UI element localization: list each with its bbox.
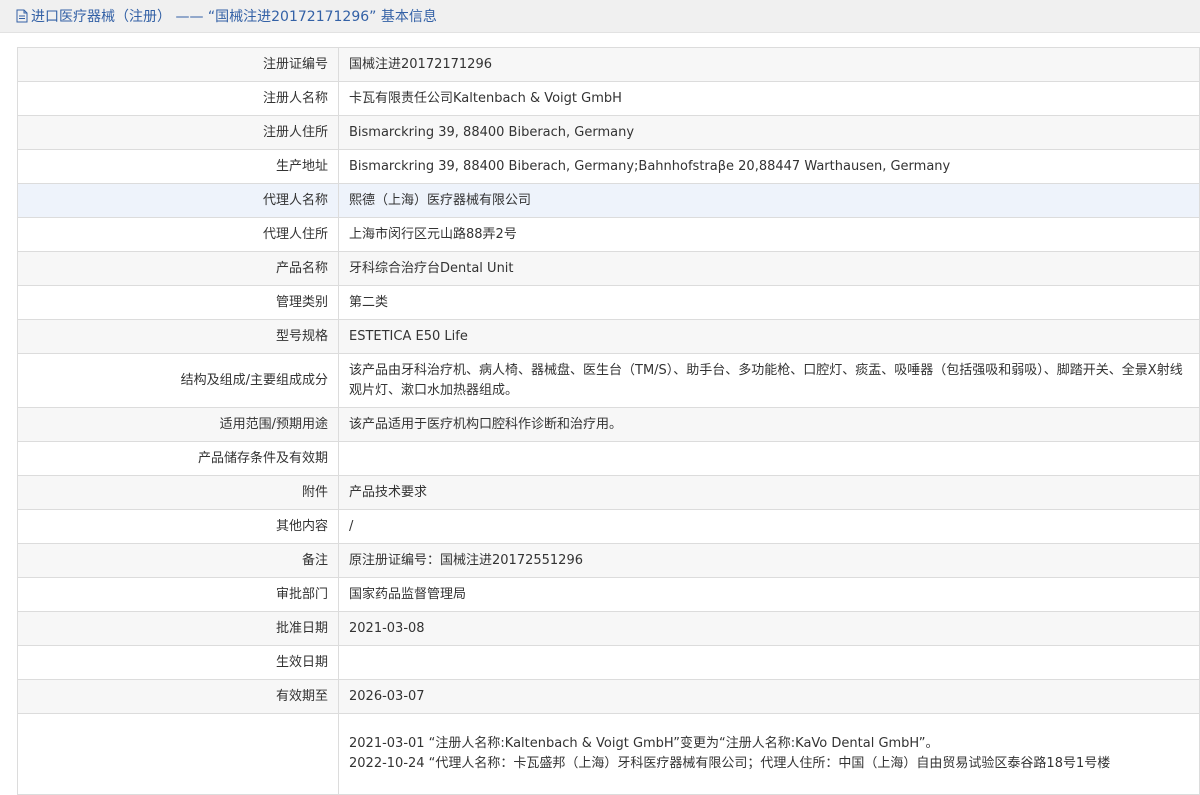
field-label: 代理人住所 — [17, 217, 339, 252]
field-label: 生产地址 — [17, 149, 339, 184]
field-value: 该产品由牙科治疗机、病人椅、器械盘、医生台（TM/S）、助手台、多功能枪、口腔灯… — [338, 353, 1200, 408]
table-row: 注册人名称 卡瓦有限责任公司Kaltenbach & Voigt GmbH — [17, 81, 1200, 116]
change-history-row: 2021-03-01 “注册人名称:Kaltenbach & Voigt Gmb… — [17, 713, 1200, 795]
table-row: 产品储存条件及有效期 — [17, 441, 1200, 476]
table-row: 产品名称 牙科综合治疗台Dental Unit — [17, 251, 1200, 286]
table-row: 代理人名称 熙德（上海）医疗器械有限公司 — [17, 183, 1200, 218]
field-value: / — [338, 509, 1200, 544]
field-value: 第二类 — [338, 285, 1200, 320]
table-row: 其他内容 / — [17, 509, 1200, 544]
field-label: 注册人住所 — [17, 115, 339, 150]
field-label: 产品名称 — [17, 251, 339, 286]
field-label: 生效日期 — [17, 645, 339, 680]
field-value — [338, 441, 1200, 476]
table-row: 注册证编号 国械注进20172171296 — [17, 47, 1200, 82]
document-icon — [16, 9, 28, 23]
field-value: 国械注进20172171296 — [338, 47, 1200, 82]
table-row: 有效期至 2026-03-07 — [17, 679, 1200, 714]
field-value: 2026-03-07 — [338, 679, 1200, 714]
field-label: 有效期至 — [17, 679, 339, 714]
page-header: 进口医疗器械（注册） —— “国械注进20172171296” 基本信息 — [0, 0, 1200, 33]
basic-info-table: 注册证编号 国械注进20172171296 注册人名称 卡瓦有限责任公司Kaltenb… — [17, 47, 1200, 795]
field-value — [338, 645, 1200, 680]
table-row: 管理类别 第二类 — [17, 285, 1200, 320]
table-row: 备注 原注册证编号：国械注进20172551296 — [17, 543, 1200, 578]
field-label: 结构及组成/主要组成成分 — [17, 353, 339, 408]
table-row: 附件 产品技术要求 — [17, 475, 1200, 510]
field-label: 注册证编号 — [17, 47, 339, 82]
table-row: 生产地址 Bismarckring 39, 88400 Biberach, Ger… — [17, 149, 1200, 184]
field-label: 备注 — [17, 543, 339, 578]
table-row: 代理人住所 上海市闵行区元山路88弄2号 — [17, 217, 1200, 252]
field-label: 其他内容 — [17, 509, 339, 544]
table-row: 型号规格 ESTETICA E50 Life — [17, 319, 1200, 354]
field-value: 卡瓦有限责任公司Kaltenbach & Voigt GmbH — [338, 81, 1200, 116]
field-value: Bismarckring 39, 88400 Biberach, Germany — [338, 115, 1200, 150]
field-value: Bismarckring 39, 88400 Biberach, Germany… — [338, 149, 1200, 184]
field-label: 管理类别 — [17, 285, 339, 320]
table-row: 审批部门 国家药品监督管理局 — [17, 577, 1200, 612]
field-value: 2021-03-08 — [338, 611, 1200, 646]
table-row: 生效日期 — [17, 645, 1200, 680]
field-label: 产品储存条件及有效期 — [17, 441, 339, 476]
change-history-value: 2021-03-01 “注册人名称:Kaltenbach & Voigt Gmb… — [338, 713, 1200, 795]
field-value: 原注册证编号：国械注进20172551296 — [338, 543, 1200, 578]
table-row: 批准日期 2021-03-08 — [17, 611, 1200, 646]
page-title: 进口医疗器械（注册） —— “国械注进20172171296” 基本信息 — [31, 9, 437, 25]
field-value: 牙科综合治疗台Dental Unit — [338, 251, 1200, 286]
field-value: ESTETICA E50 Life — [338, 319, 1200, 354]
table-row: 结构及组成/主要组成成分 该产品由牙科治疗机、病人椅、器械盘、医生台（TM/S）、… — [17, 353, 1200, 408]
field-value: 该产品适用于医疗机构口腔科作诊断和治疗用。 — [338, 407, 1200, 442]
field-label: 型号规格 — [17, 319, 339, 354]
field-label: 适用范围/预期用途 — [17, 407, 339, 442]
field-value: 产品技术要求 — [338, 475, 1200, 510]
field-value: 国家药品监督管理局 — [338, 577, 1200, 612]
change-note: 2021-03-01 “注册人名称:Kaltenbach & Voigt Gmb… — [349, 736, 939, 751]
field-label: 批准日期 — [17, 611, 339, 646]
table-row: 注册人住所 Bismarckring 39, 88400 Biberach, Ge… — [17, 115, 1200, 150]
field-label: 附件 — [17, 475, 339, 510]
field-value: 熙德（上海）医疗器械有限公司 — [338, 183, 1200, 218]
table-row: 适用范围/预期用途 该产品适用于医疗机构口腔科作诊断和治疗用。 — [17, 407, 1200, 442]
field-label: 代理人名称 — [17, 183, 339, 218]
field-label: 审批部门 — [17, 577, 339, 612]
change-note: 2022-10-24 “代理人名称：卡瓦盛邦（上海）牙科医疗器械有限公司；代理人… — [349, 756, 1111, 771]
field-label: 注册人名称 — [17, 81, 339, 116]
change-history-label — [17, 713, 339, 795]
field-value: 上海市闵行区元山路88弄2号 — [338, 217, 1200, 252]
